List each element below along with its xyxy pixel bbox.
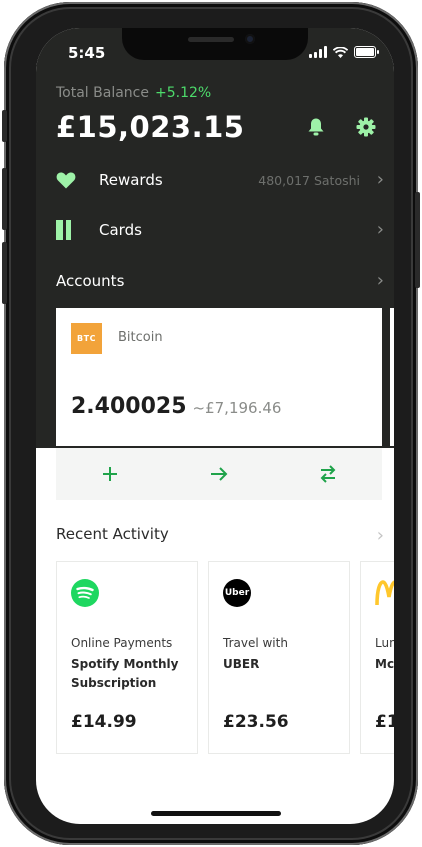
notifications-bell-icon[interactable] <box>306 117 326 137</box>
transaction-description-line: UBER <box>223 657 260 671</box>
transaction-category: Travel with <box>223 636 288 650</box>
chevron-right-icon: › <box>376 169 384 190</box>
rewards-row[interactable]: Rewards 480,017 Satoshi › <box>36 165 394 195</box>
transaction-description: McD <box>375 655 394 674</box>
status-icons <box>309 46 379 58</box>
spotify-logo-icon <box>71 579 99 607</box>
arrow-right-icon <box>211 467 228 481</box>
account-balance: 2.400025 ~£7,196.46 <box>71 394 281 419</box>
account-coin-name: Bitcoin <box>118 330 163 345</box>
transaction-category: Lunc <box>375 636 394 650</box>
transaction-amount: £23.56 <box>223 712 289 732</box>
account-fiat-amount: ~£7,196.46 <box>192 399 282 417</box>
volume-down-button <box>2 242 7 304</box>
transaction-description-line: Subscription <box>71 676 157 690</box>
silent-switch <box>2 110 7 142</box>
front-camera <box>245 34 255 44</box>
signal-icon <box>309 46 327 58</box>
accounts-title: Accounts <box>56 272 125 290</box>
transaction-card-mcdonalds[interactable]: Lunc McD £1 <box>360 561 394 754</box>
settings-gear-icon[interactable] <box>356 117 376 137</box>
account-actions <box>56 448 382 500</box>
uber-logo-icon: Uber <box>223 579 251 607</box>
phone-frame: 5:45 Total Balance +5.12% £15,023.15 Rew… <box>2 2 420 845</box>
home-indicator[interactable] <box>151 811 281 816</box>
exchange-button[interactable] <box>273 448 382 500</box>
btc-badge-icon: BTC <box>71 323 102 354</box>
transaction-description: UBER <box>223 655 345 674</box>
exchange-arrows-icon <box>320 465 336 483</box>
total-balance-text: Total Balance <box>56 85 149 101</box>
chevron-right-icon: › <box>376 219 384 240</box>
transaction-description-line: McD <box>375 657 394 671</box>
transaction-description-line: Spotify Monthly <box>71 657 179 671</box>
uber-logo-text: Uber <box>224 588 250 598</box>
transaction-description: Spotify Monthly Subscription <box>71 655 193 693</box>
wifi-icon <box>333 46 348 58</box>
transaction-amount: £1 <box>375 712 394 732</box>
total-balance-label: Total Balance +5.12% <box>56 85 211 101</box>
mcdonalds-logo-icon <box>375 580 394 606</box>
total-change-percent: +5.12% <box>154 85 212 101</box>
volume-up-button <box>2 168 7 230</box>
accounts-chevron-right-icon[interactable]: › <box>377 272 384 290</box>
app-screen: 5:45 Total Balance +5.12% £15,023.15 Rew… <box>36 28 394 824</box>
transaction-amount: £14.99 <box>71 712 137 732</box>
bitcoin-account-card[interactable]: BTC Bitcoin 2.400025 ~£7,196.46 <box>56 308 382 446</box>
total-balance-value: £15,023.15 <box>56 110 245 144</box>
cards-label: Cards <box>99 221 142 239</box>
plus-icon <box>103 467 118 481</box>
transaction-card-spotify[interactable]: Online Payments Spotify Monthly Subscrip… <box>56 561 198 754</box>
account-crypto-amount: 2.400025 <box>71 394 187 419</box>
rewards-value: 480,017 Satoshi <box>258 172 360 188</box>
transaction-category: Online Payments <box>71 636 173 650</box>
heart-icon <box>56 172 76 189</box>
recent-activity-title: Recent Activity <box>56 525 169 543</box>
battery-icon <box>354 46 379 58</box>
next-account-card-peek[interactable] <box>390 308 394 446</box>
recent-activity-chevron-right-icon[interactable]: › <box>377 525 384 546</box>
cards-row[interactable]: Cards › <box>36 215 394 245</box>
notch <box>122 28 308 60</box>
speaker-grill <box>188 37 234 42</box>
transaction-card-uber[interactable]: Uber Travel with UBER £23.56 <box>208 561 350 754</box>
add-button[interactable] <box>56 448 165 500</box>
cards-icon <box>56 220 71 240</box>
status-time: 5:45 <box>68 44 106 62</box>
rewards-label: Rewards <box>99 171 163 189</box>
send-button[interactable] <box>165 448 274 500</box>
power-button <box>415 192 420 288</box>
